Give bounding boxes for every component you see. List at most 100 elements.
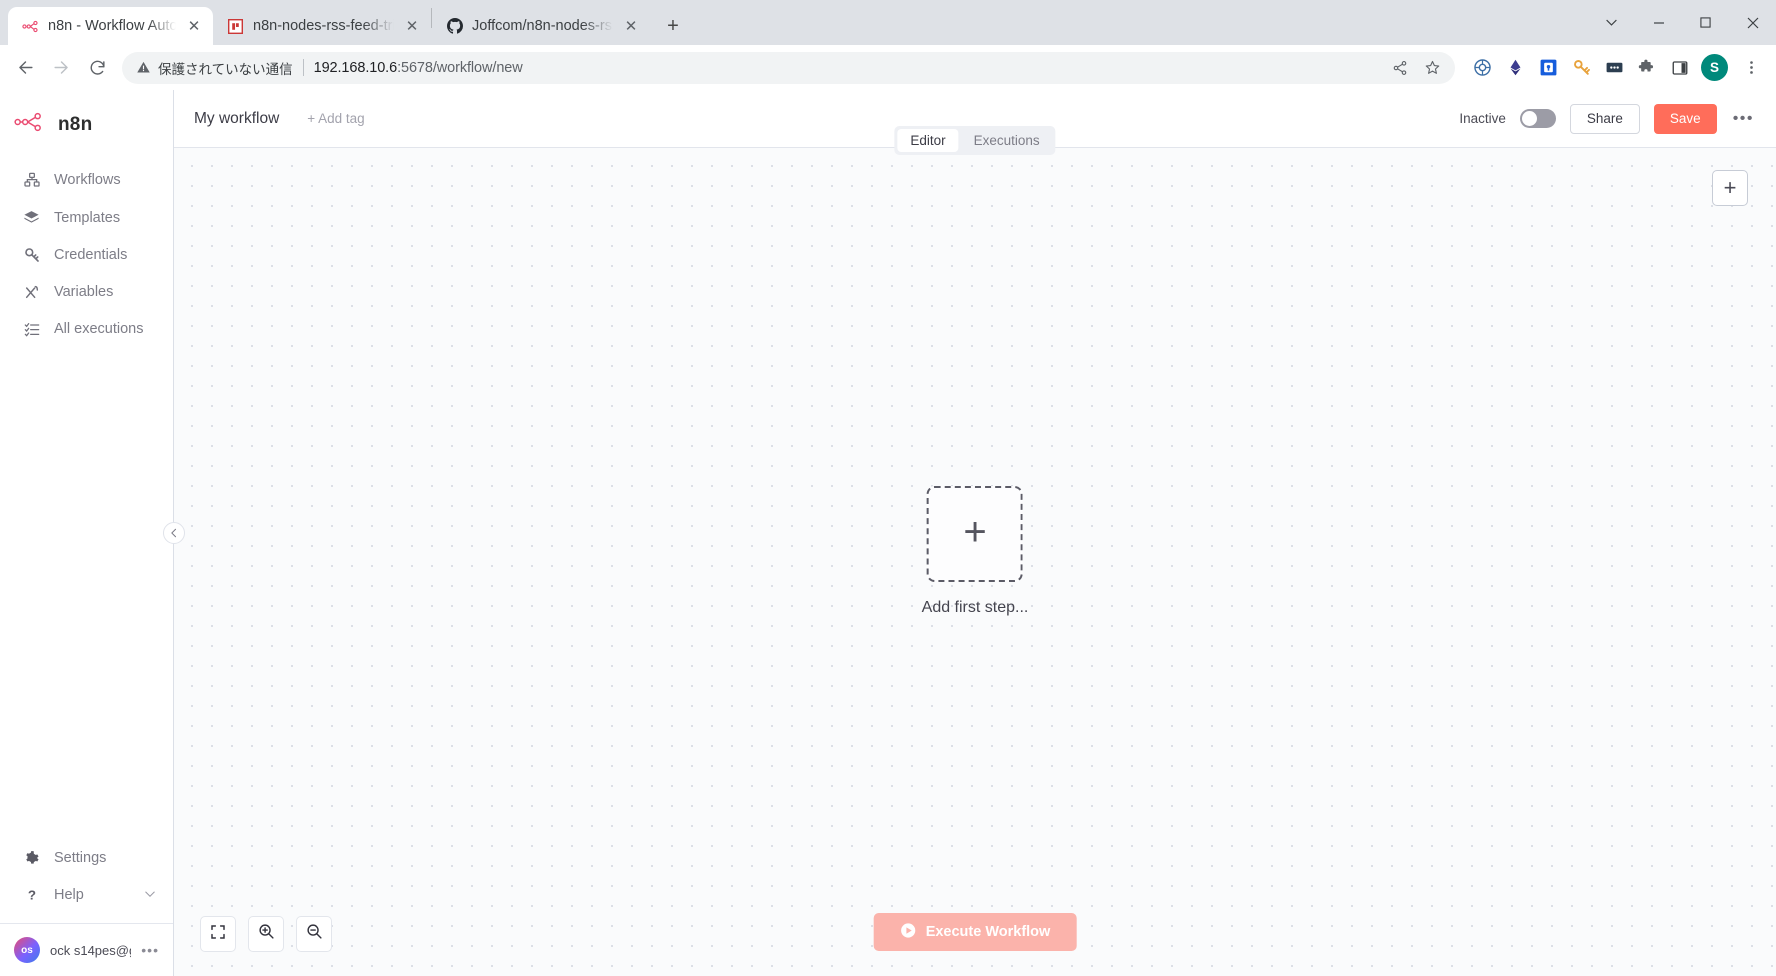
back-icon[interactable] [8,51,42,85]
plus-icon: + [963,510,987,555]
maximize-icon[interactable] [1682,0,1729,45]
share-button[interactable]: Share [1569,103,1640,134]
execute-workflow-label: Execute Workflow [925,924,1051,940]
reload-icon[interactable] [80,51,114,85]
video-download-extension-icon[interactable] [1599,53,1629,83]
sidebar: n8n Workflows Templates Credentials Vari… [0,90,185,976]
forward-icon[interactable] [44,51,78,85]
sidebar-item-label: Templates [54,209,121,226]
url-text: 192.168.10.6:5678/workflow/new [314,60,523,76]
n8n-app: n8n Workflows Templates Credentials Vari… [0,90,1776,976]
three-dot-menu-icon[interactable] [1734,51,1768,85]
puzzle-extensions-icon[interactable] [1632,53,1662,83]
editor-executions-tabs: Editor Executions [894,126,1056,155]
sidebar-item-label: Workflows [54,172,121,188]
add-first-step[interactable]: + Add first step... [922,486,1028,617]
user-account-row[interactable]: os ock s14pes@g... ••• [0,923,173,976]
address-bar[interactable]: 保護されていない通信 192.168.10.6:5678/workflow/ne… [122,51,1455,84]
extensions-row [1463,53,1695,83]
star-icon[interactable] [1421,57,1443,79]
minimize-icon[interactable] [1635,0,1682,45]
fit-screen-icon [210,924,226,945]
brand-logo[interactable]: n8n [0,90,173,157]
sidebar-item-label: Settings [54,850,107,866]
warning-icon [137,61,150,73]
browser-tab-3[interactable]: Joffcom/n8n-nodes-rss-f ✕ [432,7,650,45]
omnibox-actions [1389,57,1443,79]
sidebar-bottom: Settings ? Help os ock s14pes@g... ••• [0,839,173,976]
close-icon[interactable]: ✕ [185,17,203,35]
add-node-button[interactable]: + [1712,170,1748,206]
sidepanel-icon[interactable] [1665,53,1695,83]
user-menu-icon[interactable]: ••• [141,942,163,958]
sidebar-item-credentials[interactable]: Credentials [7,237,166,273]
save-button[interactable]: Save [1653,103,1717,134]
zoom-to-fit-button[interactable] [200,916,236,952]
sidebar-item-settings[interactable]: Settings [7,840,166,876]
question-icon: ? [23,887,40,903]
browser-tab-2[interactable]: n8n-nodes-rss-feed-trigg ✕ [213,7,431,45]
new-tab-button[interactable]: + [658,11,688,41]
tab-title: Joffcom/n8n-nodes-rss-f [472,18,613,34]
workflow-name[interactable]: My workflow [194,110,279,128]
sidebar-item-variables[interactable]: Variables [7,274,166,310]
workflow-more-menu[interactable]: ••• [1731,110,1754,128]
share-icon[interactable] [1389,57,1411,79]
sidebar-item-workflows[interactable]: Workflows [7,162,166,198]
close-window-icon[interactable] [1729,0,1776,45]
npm-icon [227,18,244,35]
zoom-out-button[interactable] [296,916,332,952]
zoom-in-button[interactable] [248,916,284,952]
security-label: 保護されていない通信 [158,61,293,77]
metamask-extension-icon[interactable] [1500,53,1530,83]
sidebar-nav: Workflows Templates Credentials Variable… [0,157,173,348]
tab-title: n8n-nodes-rss-feed-trigg [253,18,394,34]
window-controls [1588,0,1776,45]
brand-text: n8n [58,113,93,135]
sidebar-item-templates[interactable]: Templates [7,199,166,236]
omnibox-divider [302,59,304,76]
variables-icon [23,284,40,300]
sidebar-item-label: Variables [54,284,114,300]
profile-avatar[interactable]: S [1701,54,1728,81]
key-icon [23,247,40,263]
activation-label: Inactive [1459,111,1506,126]
sidebar-item-all-executions[interactable]: All executions [7,311,166,347]
browser-toolbar: 保護されていない通信 192.168.10.6:5678/workflow/ne… [0,45,1776,90]
executions-list-icon [23,321,40,337]
sidebar-item-label: Help [54,887,84,903]
browser-window: n8n - Workflow Automati ✕ n8n-nodes-rss-… [0,0,1776,976]
workflows-icon [23,172,40,188]
magnifier-minus-icon [306,923,323,945]
chevron-down-icon [144,888,156,903]
user-name: ock s14pes@g... [50,942,131,958]
sidebar-collapse-button[interactable] [163,522,185,544]
close-icon[interactable]: ✕ [622,17,640,35]
add-tag-button[interactable]: + Add tag [307,111,364,126]
magnifier-plus-icon [258,923,275,945]
execute-workflow-button[interactable]: Execute Workflow [873,913,1077,951]
close-icon[interactable]: ✕ [403,17,421,35]
avatar: os [14,937,40,963]
keepass-extension-icon[interactable] [1566,53,1596,83]
not-secure-indicator[interactable]: 保護されていない通信 [136,58,293,78]
tab-strip: n8n - Workflow Automati ✕ n8n-nodes-rss-… [0,0,1776,45]
url-host: 192.168.10.6 [313,59,398,76]
gear-icon [23,850,40,866]
tab-title: n8n - Workflow Automati [48,18,176,34]
webrtc-extension-icon[interactable] [1467,53,1497,83]
tab-search-icon[interactable] [1588,0,1635,45]
templates-icon [23,209,40,226]
github-icon [446,18,463,35]
activation-toggle[interactable] [1519,109,1556,128]
sidebar-item-label: All executions [54,321,144,337]
main-area: My workflow + Add tag Inactive Share Sav… [174,90,1776,976]
bitwarden-extension-icon[interactable] [1533,53,1563,83]
tab-editor[interactable]: Editor [897,129,959,152]
add-first-step-box[interactable]: + [927,486,1023,583]
tab-executions[interactable]: Executions [961,129,1053,152]
workflow-canvas[interactable]: + + Add first step... Execute Workflow [174,148,1776,976]
browser-tab-1[interactable]: n8n - Workflow Automati ✕ [8,7,213,45]
sidebar-item-help[interactable]: ? Help [7,877,166,913]
toggle-knob [1521,111,1537,126]
